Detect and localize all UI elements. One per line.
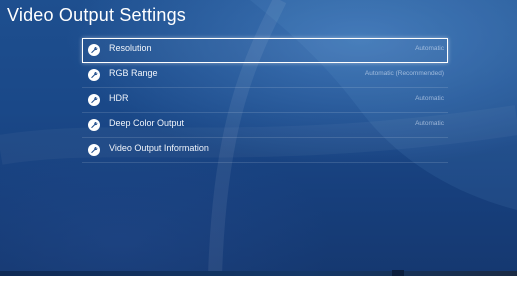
wrench-icon [88, 119, 100, 131]
menu-item-label: RGB Range [109, 68, 158, 78]
wrench-icon [88, 69, 100, 81]
bottom-bar [0, 271, 517, 276]
menu-item-label: Resolution [109, 43, 152, 53]
menu-item-value: Automatic [415, 120, 444, 127]
menu-item-value: Automatic [415, 95, 444, 102]
settings-menu: Resolution Automatic RGB Range Automatic… [82, 38, 448, 163]
wrench-icon [88, 94, 100, 106]
menu-item-label: HDR [109, 93, 129, 103]
menu-item-value: Automatic [415, 45, 444, 52]
bottom-notch [392, 270, 404, 276]
menu-item-label: Deep Color Output [109, 118, 185, 128]
menu-item-deep-color-output[interactable]: Deep Color Output Automatic [82, 113, 448, 138]
wrench-icon [88, 144, 100, 156]
settings-screen: Video Output Settings Resolution Automat… [0, 0, 517, 276]
wrench-icon [88, 44, 100, 56]
menu-item-rgb-range[interactable]: RGB Range Automatic (Recommended) [82, 63, 448, 88]
menu-item-resolution[interactable]: Resolution Automatic [82, 38, 448, 63]
menu-item-value: Automatic (Recommended) [364, 70, 444, 77]
menu-item-video-output-information[interactable]: Video Output Information [82, 138, 448, 163]
page-title: Video Output Settings [7, 5, 186, 25]
menu-item-label: Video Output Information [109, 143, 209, 153]
menu-item-hdr[interactable]: HDR Automatic [82, 88, 448, 113]
